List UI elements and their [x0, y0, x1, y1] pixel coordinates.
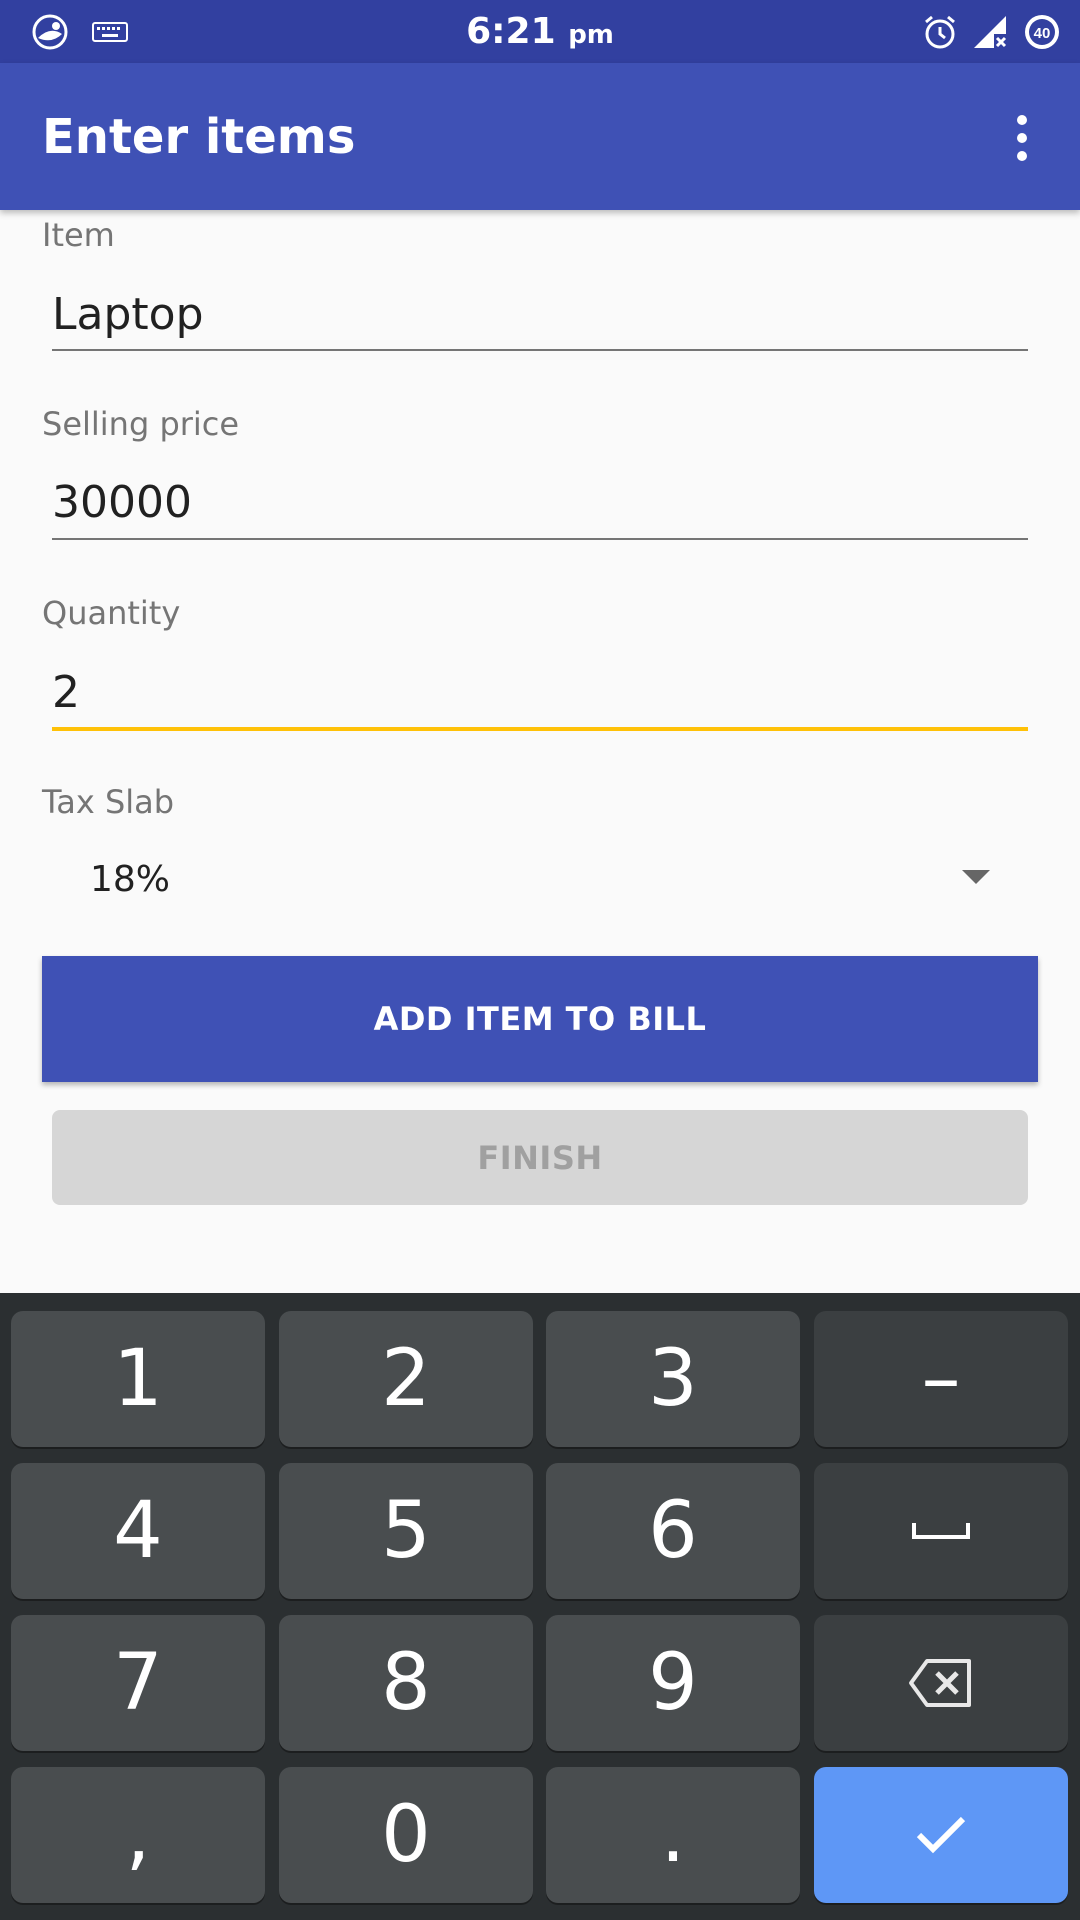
- dropdown-arrow-icon: [962, 870, 990, 884]
- space-bar-icon: [912, 1523, 970, 1539]
- key-minus[interactable]: –: [814, 1311, 1068, 1447]
- selling-price-input-underline: [52, 538, 1028, 540]
- alarm-icon: [920, 12, 960, 52]
- key-period[interactable]: .: [546, 1767, 800, 1903]
- key-0[interactable]: 0: [279, 1767, 533, 1903]
- quantity-input-underline: [52, 727, 1028, 731]
- key-9[interactable]: 9: [546, 1615, 800, 1751]
- app-bar: Enter items: [0, 63, 1080, 210]
- key-8[interactable]: 8: [279, 1615, 533, 1751]
- key-1[interactable]: 1: [11, 1311, 265, 1447]
- status-time-ampm: pm: [568, 20, 614, 50]
- status-time-value: 6:21: [466, 11, 556, 52]
- battery-level-text: 40: [1034, 25, 1051, 42]
- key-6[interactable]: 6: [546, 1463, 800, 1599]
- battery-icon: 40: [1022, 12, 1062, 52]
- tax-slab-selected-value: 18%: [90, 859, 171, 900]
- item-input[interactable]: Laptop: [52, 288, 204, 342]
- page-title: Enter items: [42, 109, 356, 165]
- key-space[interactable]: [814, 1463, 1068, 1599]
- key-7[interactable]: 7: [11, 1615, 265, 1751]
- selling-price-label: Selling price: [42, 405, 240, 443]
- add-item-to-bill-button[interactable]: ADD ITEM TO BILL: [42, 956, 1038, 1082]
- quantity-label: Quantity: [42, 594, 181, 632]
- quantity-input[interactable]: 2: [52, 666, 80, 720]
- key-4[interactable]: 4: [11, 1463, 265, 1599]
- status-time: 6:21 pm: [0, 10, 1080, 57]
- key-backspace[interactable]: [814, 1615, 1068, 1751]
- key-5[interactable]: 5: [279, 1463, 533, 1599]
- finish-button[interactable]: FINISH: [52, 1110, 1028, 1205]
- item-label: Item: [42, 216, 115, 254]
- tax-slab-label: Tax Slab: [42, 783, 175, 821]
- item-input-underline: [52, 349, 1028, 351]
- numeric-keyboard: 1 2 3 – 4 5 6 7 8 9 , 0 .: [0, 1293, 1080, 1920]
- key-done[interactable]: [814, 1767, 1068, 1903]
- key-3[interactable]: 3: [546, 1311, 800, 1447]
- checkmark-icon: [916, 1816, 966, 1854]
- backspace-icon: [909, 1659, 971, 1707]
- signal-no-data-icon: [970, 12, 1010, 52]
- tax-slab-dropdown[interactable]: [42, 830, 1038, 930]
- status-bar: 6:21 pm 40: [0, 0, 1080, 63]
- key-comma[interactable]: ,: [11, 1767, 265, 1903]
- overflow-menu-icon[interactable]: [1000, 108, 1048, 168]
- selling-price-input[interactable]: 30000: [52, 476, 192, 530]
- key-2[interactable]: 2: [279, 1311, 533, 1447]
